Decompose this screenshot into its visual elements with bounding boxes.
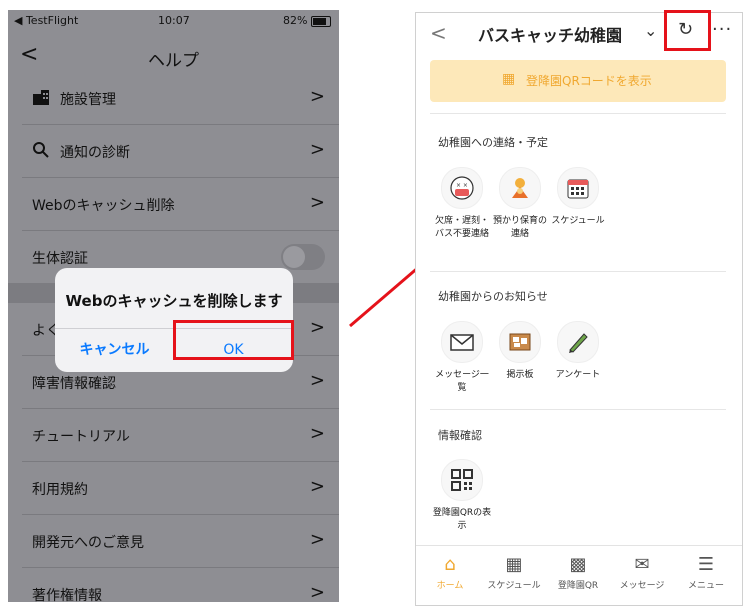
tab-bar: ⌂ ホーム ▦ スケジュール ▩ 登降園QR ✉ メッセージ ☰ メニュー: [416, 545, 742, 605]
section-title: 幼稚園への連絡・予定: [438, 136, 548, 149]
carrier-label: ◀ TestFlight: [14, 14, 79, 27]
kindergarten-title: バスキャッチ幼稚園: [478, 26, 623, 45]
tile-icon: [441, 459, 483, 501]
tab-label: 登降園QR: [557, 581, 599, 591]
chevron-right-icon: >: [309, 86, 325, 107]
tile-label: メッセージ一覧: [435, 370, 489, 393]
tab-schedule[interactable]: ▦ スケジュール: [482, 554, 546, 591]
menu-item-label: 施設管理: [60, 92, 116, 108]
menu-item-label: Webのキャッシュ削除: [32, 198, 175, 214]
page-title: ヘルプ: [148, 51, 199, 71]
menu-item-terms[interactable]: 利用規約 >: [22, 462, 339, 515]
menu-item-label: 開発元へのご意見: [32, 535, 144, 551]
tab-label: メッセージ: [619, 581, 665, 591]
childcare-icon: [512, 178, 528, 198]
menu-item-label: 生体認証: [32, 251, 88, 267]
menu-item-feedback[interactable]: 開発元へのご意見 >: [22, 515, 339, 568]
ok-highlight-box: [173, 320, 294, 360]
qr-display-button[interactable]: ▦ 登降園QRコードを表示: [430, 60, 726, 102]
tile-label: 掲示板: [506, 370, 534, 380]
tab-qr[interactable]: ▩ 登降園QR: [546, 554, 610, 591]
tile-label: アンケート: [555, 370, 601, 380]
qr-icon: ▩: [569, 554, 587, 575]
menu-item-label: 障害情報確認: [32, 376, 116, 392]
svg-text:× ×: × ×: [456, 182, 468, 189]
menu-item-label: 著作権情報: [32, 588, 102, 602]
tile-label: 欠席・遅刻・バス不要連絡: [434, 216, 489, 239]
tab-home[interactable]: ⌂ ホーム: [418, 554, 482, 591]
back-button[interactable]: <: [430, 21, 447, 45]
chevron-right-icon: >: [309, 370, 325, 391]
home-icon: ⌂: [444, 554, 456, 575]
chevron-right-icon: >: [309, 192, 325, 213]
chevron-right-icon: >: [309, 529, 325, 550]
divider: [430, 409, 726, 410]
building-icon: [33, 90, 49, 105]
biometric-toggle[interactable]: [281, 244, 325, 270]
more-button[interactable]: ···: [712, 19, 732, 40]
calendar-icon: ▦: [505, 554, 523, 575]
board-icon: [509, 333, 531, 351]
tab-messages[interactable]: ✉ メッセージ: [610, 554, 674, 591]
tab-menu[interactable]: ☰ メニュー: [674, 554, 738, 591]
divider: [430, 271, 726, 272]
tab-label: ホーム: [436, 581, 464, 591]
dialog-message: Webのキャッシュを削除します: [65, 292, 283, 310]
envelope-icon: ✉: [634, 554, 650, 575]
chevron-down-icon[interactable]: ⌄: [644, 21, 657, 40]
chevron-right-icon: >: [309, 317, 325, 338]
clock: 10:07: [158, 14, 190, 27]
menu-item-notification-diagnosis[interactable]: 通知の診断 >: [22, 125, 339, 178]
menu-item-copyright[interactable]: 著作権情報 >: [22, 568, 339, 602]
battery-icon: [311, 15, 331, 27]
tile-survey[interactable]: アンケート: [548, 321, 608, 382]
tile-schedule[interactable]: スケジュール: [548, 167, 608, 228]
battery-indicator: 82%: [283, 14, 331, 27]
tile-icon: [441, 321, 483, 363]
menu-icon: ☰: [697, 554, 715, 575]
calendar-icon: [567, 179, 589, 199]
tab-label: メニュー: [687, 581, 724, 591]
qr-icon: [451, 469, 473, 491]
qr-banner-label: 登降園QRコードを表示: [526, 74, 652, 88]
tile-childcare[interactable]: 預かり保育の連絡: [490, 167, 550, 241]
section-title: 幼稚園からのお知らせ: [438, 290, 548, 303]
tile-absence[interactable]: × × 欠席・遅刻・バス不要連絡: [432, 167, 492, 241]
tile-label: スケジュール: [551, 216, 605, 226]
reload-highlight-box: [664, 10, 711, 51]
tile-label: 登降園QRの表示: [432, 508, 492, 531]
tile-icon: [557, 167, 599, 209]
status-bar: ◀ TestFlight 10:07 82%: [8, 10, 339, 32]
help-screen: ◀ TestFlight 10:07 82% < ヘルプ 施設管理 > 通知の診…: [8, 10, 339, 602]
tile-qr[interactable]: 登降園QRの表示: [432, 459, 492, 533]
chevron-right-icon: >: [309, 582, 325, 602]
tile-icon: [499, 321, 541, 363]
tile-messages[interactable]: メッセージ一覧: [432, 321, 492, 395]
chevron-right-icon: >: [309, 139, 325, 160]
home-screen: < バスキャッチ幼稚園 ⌄ ↻ ··· ▦ 登降園QRコードを表示 幼稚園への連…: [415, 12, 743, 606]
tile-icon: × ×: [441, 167, 483, 209]
pen-icon: [569, 333, 588, 353]
tile-icon: [557, 321, 599, 363]
tab-label: スケジュール: [487, 581, 541, 591]
menu-item-label: 通知の診断: [60, 145, 130, 161]
cancel-button[interactable]: キャンセル: [55, 328, 174, 372]
menu-item-tutorial[interactable]: チュートリアル >: [22, 409, 339, 462]
tile-label: 預かり保育の連絡: [492, 216, 547, 239]
chevron-right-icon: >: [309, 476, 325, 497]
search-icon: [33, 142, 49, 158]
section-title: 情報確認: [438, 429, 482, 442]
chevron-right-icon: >: [309, 423, 325, 444]
menu-item-facility[interactable]: 施設管理 >: [22, 72, 339, 125]
menu-item-clear-cache[interactable]: Webのキャッシュ削除 >: [22, 178, 339, 231]
menu-item-label: 利用規約: [32, 482, 88, 498]
divider: [430, 113, 726, 114]
tile-icon: [499, 167, 541, 209]
envelope-icon: [450, 334, 474, 351]
battery-percent: 82%: [283, 14, 308, 27]
mask-face-icon: × ×: [450, 176, 474, 200]
menu-item-label: チュートリアル: [32, 429, 130, 445]
tile-board[interactable]: 掲示板: [490, 321, 550, 382]
qr-icon: ▦: [502, 71, 516, 87]
